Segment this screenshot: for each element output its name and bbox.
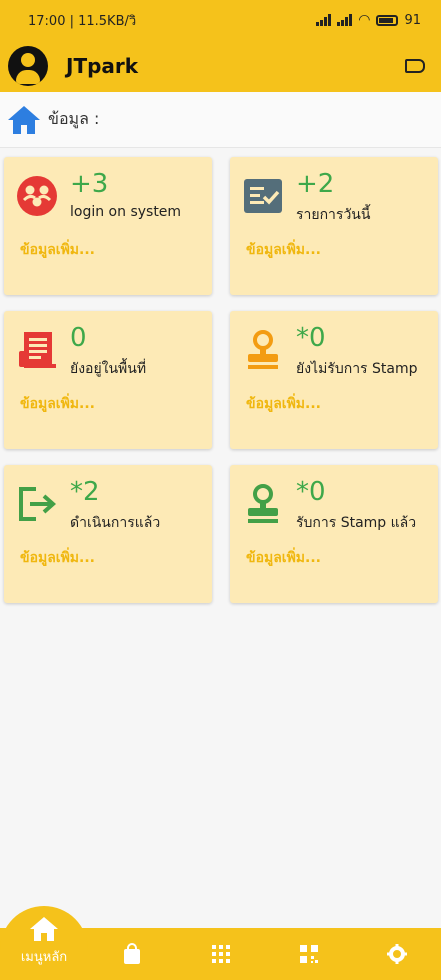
tab-home-label: เมนูหลัก: [20, 950, 68, 965]
card-count: *0: [296, 477, 326, 507]
status-bar: 17:00 | 11.5KB/วิ ◠ 91: [0, 0, 441, 40]
wifi-icon: ◠: [358, 12, 371, 28]
receipt-icon: [19, 332, 56, 368]
card-more-link[interactable]: ข้อมูลเพิ่ม...: [246, 547, 321, 569]
tab-home-active[interactable]: เมนูหลัก: [0, 906, 88, 980]
card-more-link[interactable]: ข้อมูลเพิ่ม...: [20, 239, 95, 261]
signal-icon: [316, 14, 332, 26]
card-not-stamped[interactable]: *0 ยังไม่รับการ Stamp ข้อมูลเพิ่ม...: [230, 311, 438, 449]
card-label: รับการ Stamp แล้ว: [296, 515, 417, 531]
app-title: JTpark: [66, 54, 139, 78]
card-login[interactable]: +3 login on system ข้อมูลเพิ่ม...: [4, 157, 212, 295]
card-label: รายการวันนี้: [296, 207, 371, 223]
bottom-nav: เมนูหลัก: [0, 906, 441, 980]
users-icon: [17, 176, 57, 216]
card-label: ยังอยู่ในพื้นที่: [70, 361, 147, 377]
apps-grid-icon: [211, 945, 230, 963]
stamp-icon: [248, 330, 278, 369]
battery-icon: [376, 14, 399, 26]
card-count: *2: [70, 477, 100, 507]
avatar[interactable]: [8, 46, 48, 86]
settings-icon: [386, 944, 407, 964]
card-more-link[interactable]: ข้อมูลเพิ่ม...: [20, 393, 95, 415]
status-time: 17:00 | 11.5KB/วิ: [28, 13, 137, 29]
app-bar: JTpark: [0, 40, 441, 92]
card-count: +3: [70, 169, 109, 199]
home-icon[interactable]: [6, 104, 42, 136]
card-count: +2: [296, 169, 335, 199]
signal-icon: [337, 14, 353, 26]
checklist-icon: [244, 179, 282, 213]
card-more-link[interactable]: ข้อมูลเพิ่ม...: [246, 393, 321, 415]
card-count: *0: [296, 323, 326, 353]
card-today[interactable]: +2 รายการวันนี้ ข้อมูลเพิ่ม...: [230, 157, 438, 295]
home-icon: [30, 917, 58, 941]
card-in-area[interactable]: 0 ยังอยู่ในพื้นที่ ข้อมูลเพิ่ม...: [4, 311, 212, 449]
card-stamped[interactable]: *0 รับการ Stamp แล้ว ข้อมูลเพิ่ม...: [230, 465, 438, 603]
tab-orders[interactable]: [88, 928, 176, 980]
card-count: 0: [70, 323, 87, 353]
card-more-link[interactable]: ข้อมูลเพิ่ม...: [246, 239, 321, 261]
breadcrumb-label: ข้อมูล :: [48, 109, 100, 128]
qr-code-icon: [299, 945, 318, 963]
battery-level: 91: [404, 12, 421, 28]
card-more-link[interactable]: ข้อมูลเพิ่ม...: [20, 547, 95, 569]
card-done[interactable]: *2 ดำเนินการแล้ว ข้อมูลเพิ่ม...: [4, 465, 212, 603]
tab-qr[interactable]: [265, 928, 353, 980]
status-icons: ◠ 91: [316, 12, 421, 28]
exit-icon: [19, 487, 57, 521]
logout-icon[interactable]: [405, 59, 425, 73]
breadcrumb: ข้อมูล :: [0, 92, 441, 148]
shopping-bag-icon: [124, 943, 141, 964]
card-label: ยังไม่รับการ Stamp: [296, 361, 418, 377]
tab-home[interactable]: เมนูหลัก: [0, 906, 88, 980]
card-label: ดำเนินการแล้ว: [70, 515, 161, 531]
tab-apps[interactable]: [176, 928, 264, 980]
card-label: login on system: [70, 204, 182, 220]
tab-settings[interactable]: [353, 928, 441, 980]
stamp-icon: [248, 484, 278, 523]
